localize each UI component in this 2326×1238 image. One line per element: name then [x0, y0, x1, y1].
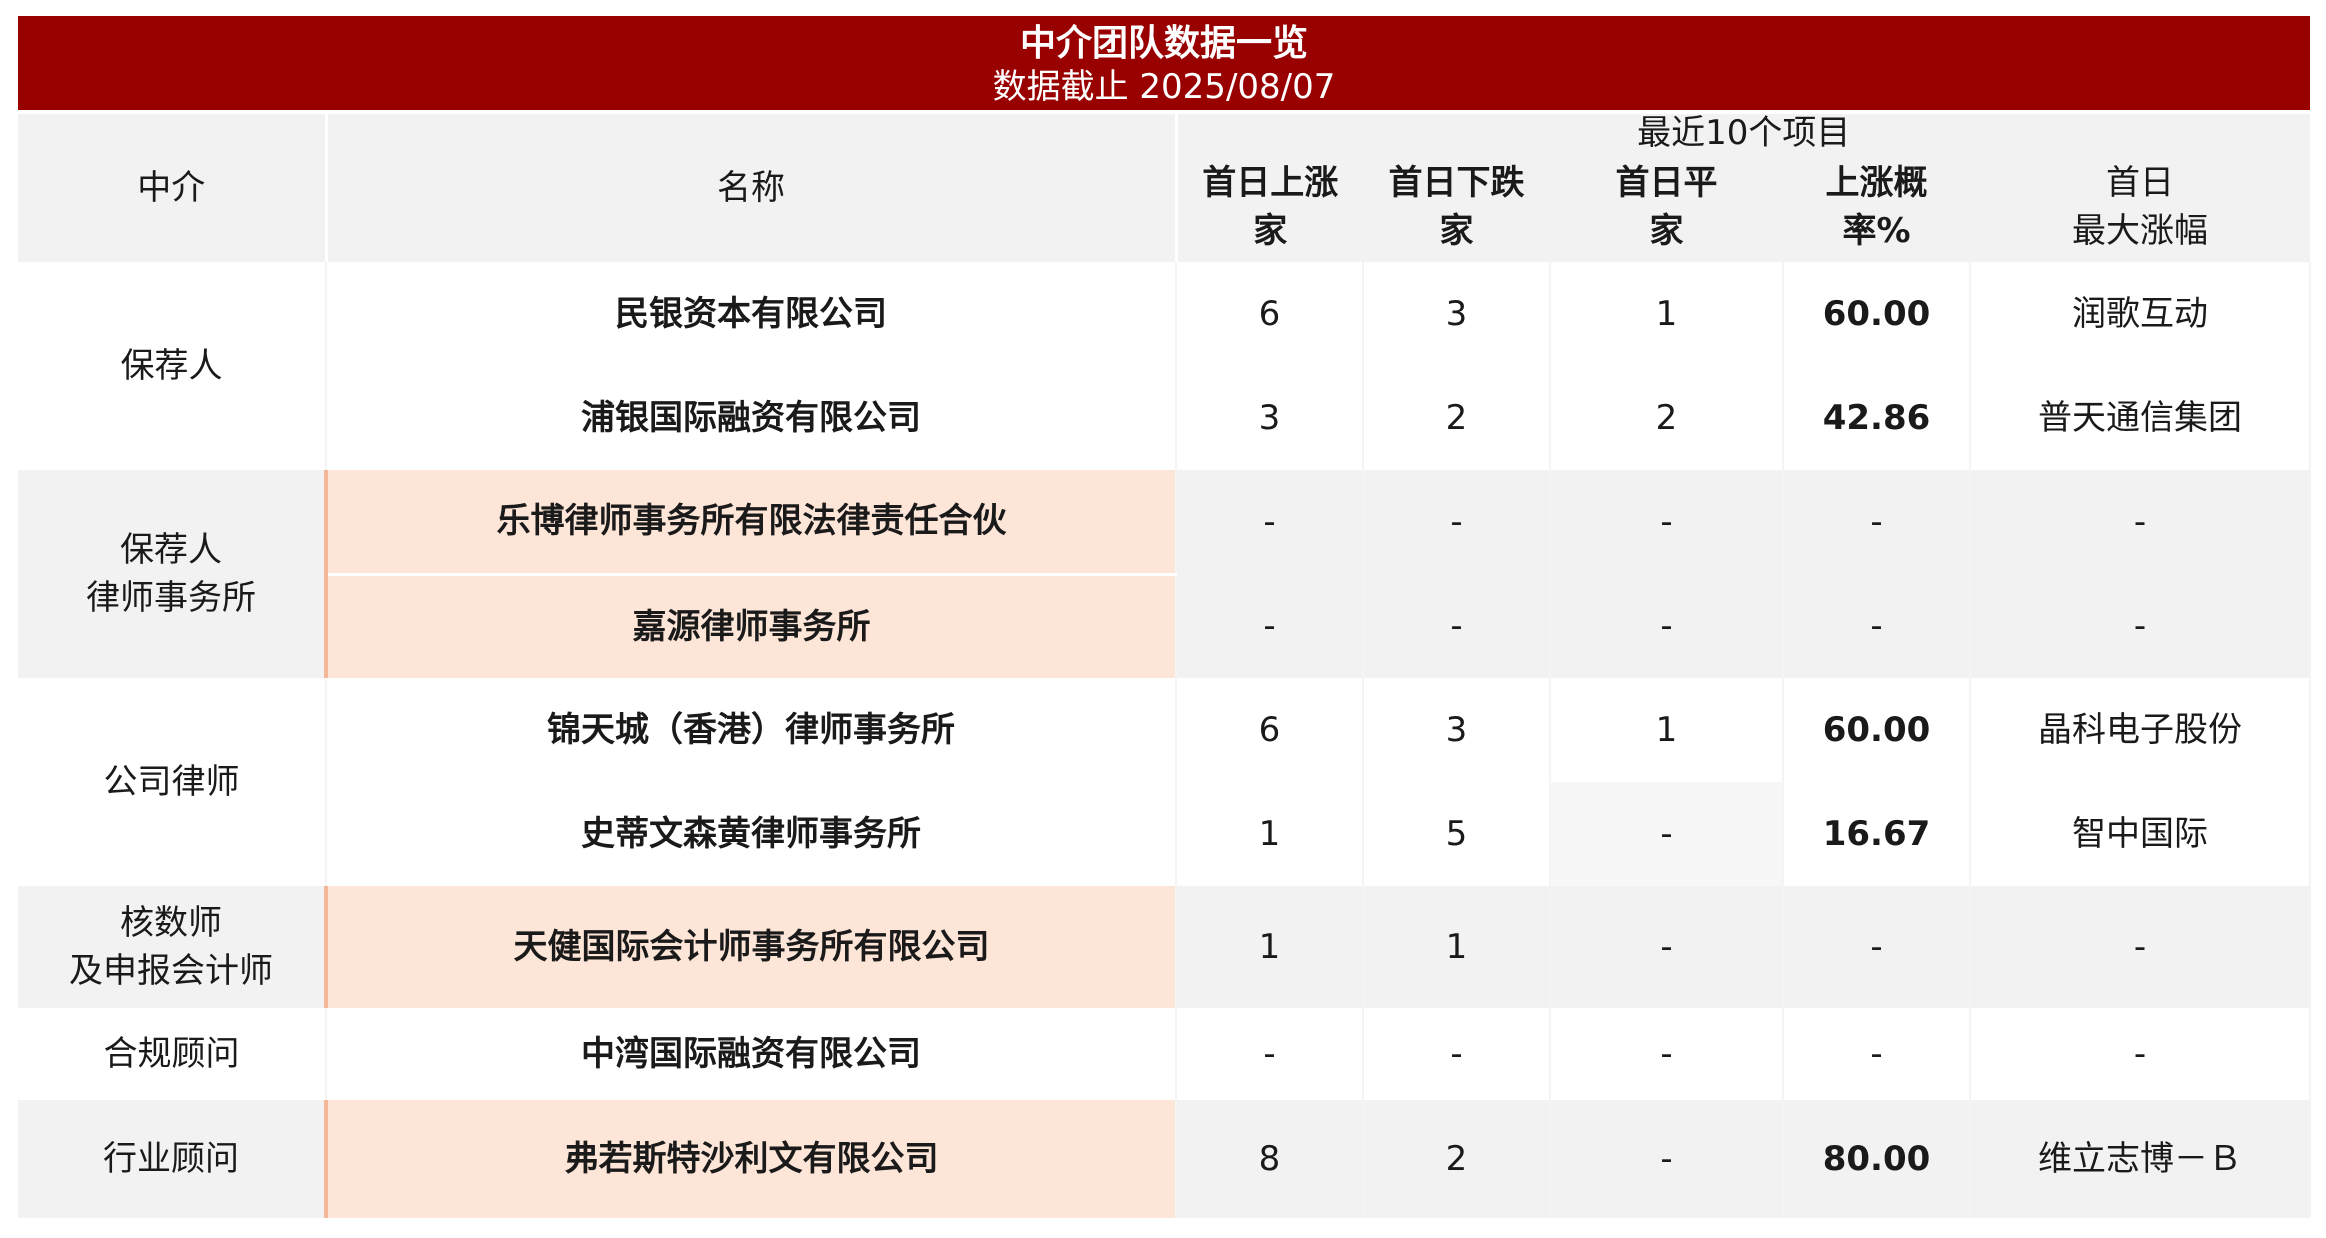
- intermediary-table: 中介 名称 最近10个项目 首日上涨家 首日下跌家 首日平家 上涨概率% 首日: [18, 114, 2311, 1218]
- row-flat: 1: [1550, 262, 1784, 366]
- row-down: 3: [1363, 678, 1551, 782]
- row-down: 2: [1363, 1100, 1551, 1218]
- row-up: -: [1176, 470, 1364, 574]
- row-down: 3: [1363, 262, 1551, 366]
- row-max: 润歌互动: [1970, 262, 2311, 366]
- row-max: 维立志博－Ｂ: [1970, 1100, 2311, 1218]
- row-max: 智中国际: [1970, 782, 2311, 886]
- header-up-text: 首日上涨家: [1202, 163, 1339, 251]
- row-max: -: [1970, 470, 2311, 574]
- header-name: 名称: [324, 114, 1176, 262]
- header-group-recent: 最近10个项目: [1174, 114, 2310, 152]
- row-down: 1: [1363, 886, 1551, 1008]
- header-max: 首日 最大涨幅: [1970, 152, 2310, 262]
- row-name: 锦天城（香港）律师事务所: [326, 678, 1177, 782]
- row-down: -: [1363, 1008, 1551, 1100]
- row-rate: 80.00: [1783, 1100, 1971, 1218]
- page-subtitle: 数据截止 2025/08/07: [992, 67, 1336, 107]
- row-name: 天健国际会计师事务所有限公司: [324, 886, 1177, 1008]
- header-rate-text: 上涨概率%: [1825, 163, 1928, 251]
- row-name: 中湾国际融资有限公司: [326, 1008, 1177, 1100]
- table-row: 保荐人 民银资本有限公司 6 3 1 60.00 润歌互动: [18, 262, 2311, 470]
- row-flat: 2: [1550, 366, 1784, 470]
- row-rate: -: [1783, 574, 1971, 678]
- row-flat: -: [1550, 782, 1784, 886]
- table-row: 公司律师 锦天城（香港）律师事务所 6 3 1 60.00 晶科电子股份: [18, 678, 2311, 886]
- row-flat: -: [1550, 470, 1784, 574]
- row-up: 1: [1176, 782, 1364, 886]
- group-auditor-line1: 核数师: [120, 903, 222, 943]
- row-rate: -: [1783, 1008, 1971, 1100]
- row-down: 5: [1363, 782, 1551, 886]
- table-row: 浦银国际融资有限公司 3 2 2 42.86 普天通信集团: [18, 366, 2311, 470]
- header-rate: 上涨概率%: [1783, 152, 1970, 262]
- row-name: 弗若斯特沙利文有限公司: [324, 1100, 1177, 1218]
- title-bar: 中介团队数据一览 数据截止 2025/08/07: [18, 16, 2310, 110]
- group-sponsor-lawyer-line2: 律师事务所: [86, 578, 256, 618]
- row-name: 民银资本有限公司: [326, 262, 1177, 366]
- table-row: 行业顾问 弗若斯特沙利文有限公司 8 2 - 80.00 维立志博－Ｂ: [18, 1100, 2311, 1218]
- row-rate: 60.00: [1783, 262, 1971, 366]
- row-flat: 1: [1550, 678, 1784, 782]
- row-max: 晶科电子股份: [1970, 678, 2311, 782]
- group-sponsor-lawyer-line1: 保荐人: [120, 530, 222, 570]
- row-up: 3: [1176, 366, 1364, 470]
- group-sponsor-lawyer: 保荐人 律师事务所: [18, 470, 327, 678]
- row-max: -: [1970, 574, 2311, 678]
- group-sponsor: 保荐人: [18, 262, 327, 470]
- page: 中介团队数据一览 数据截止 2025/08/07 中介 名称 最近10个项目 首…: [0, 0, 2326, 1238]
- header-down-text: 首日下跌家: [1388, 163, 1525, 251]
- row-max: -: [1970, 886, 2311, 1008]
- row-name: 嘉源律师事务所: [324, 572, 1177, 678]
- header-down: 首日下跌家: [1363, 152, 1550, 262]
- row-max: -: [1970, 1008, 2311, 1100]
- row-rate: -: [1783, 470, 1971, 574]
- table-row: 史蒂文森黄律师事务所 1 5 - 16.67 智中国际: [18, 782, 2311, 886]
- row-down: -: [1363, 574, 1551, 678]
- row-up: 6: [1176, 262, 1364, 366]
- row-rate: 42.86: [1783, 366, 1971, 470]
- header-max-line2: 最大涨幅: [2072, 211, 2208, 251]
- row-down: -: [1363, 470, 1551, 574]
- row-rate: 16.67: [1783, 782, 1971, 886]
- table-row: 核数师 及申报会计师 天健国际会计师事务所有限公司 1 1 - - -: [18, 886, 2311, 1008]
- header-max-line1: 首日: [2106, 163, 2174, 203]
- header-up: 首日上涨家: [1174, 152, 1363, 262]
- row-name: 浦银国际融资有限公司: [326, 366, 1177, 470]
- page-title: 中介团队数据一览: [1019, 23, 1308, 64]
- group-auditor-line2: 及申报会计师: [69, 951, 273, 991]
- row-up: 1: [1176, 886, 1364, 1008]
- row-name: 乐博律师事务所有限法律责任合伙: [324, 470, 1177, 574]
- row-flat: -: [1550, 886, 1784, 1008]
- row-flat: -: [1550, 574, 1784, 678]
- group-industry: 行业顾问: [18, 1100, 327, 1218]
- group-company-lawyer: 公司律师: [18, 678, 327, 886]
- row-up: -: [1176, 1008, 1364, 1100]
- header-flat: 首日平家: [1550, 152, 1783, 262]
- group-compliance: 合规顾问: [18, 1008, 327, 1100]
- table-row: 合规顾问 中湾国际融资有限公司 - - - - -: [18, 1008, 2311, 1100]
- row-max: 普天通信集团: [1970, 366, 2311, 470]
- row-down: 2: [1363, 366, 1551, 470]
- row-up: 8: [1176, 1100, 1364, 1218]
- row-rate: 60.00: [1783, 678, 1971, 782]
- header-intermediary: 中介: [18, 114, 326, 262]
- row-flat: -: [1550, 1008, 1784, 1100]
- group-auditor: 核数师 及申报会计师: [18, 886, 327, 1008]
- row-up: 6: [1176, 678, 1364, 782]
- row-up: -: [1176, 574, 1364, 678]
- header-flat-text: 首日平家: [1615, 163, 1718, 251]
- row-rate: -: [1783, 886, 1971, 1008]
- table-row: 嘉源律师事务所 - - - - -: [18, 572, 2311, 678]
- row-flat: -: [1550, 1100, 1784, 1218]
- row-name: 史蒂文森黄律师事务所: [326, 782, 1177, 886]
- table-row: 保荐人 律师事务所 乐博律师事务所有限法律责任合伙 - - - - -: [18, 470, 2311, 678]
